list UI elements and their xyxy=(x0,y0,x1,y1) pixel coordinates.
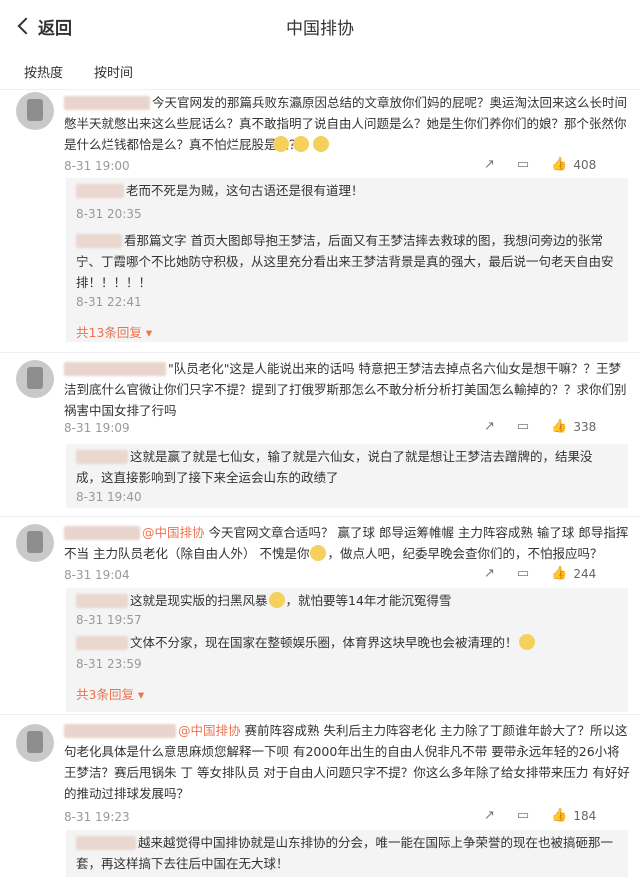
reply-time: 8-31 20:35 xyxy=(76,207,142,221)
comment-item: "队员老化"这是人能说出来的话吗 特意把王梦洁去掉点名六仙女是想干嘛？？王梦洁到… xyxy=(0,356,640,516)
divider xyxy=(0,352,640,353)
like-count: 338 xyxy=(573,419,597,434)
like-count: 244 xyxy=(573,566,597,581)
share-icon[interactable]: ↗ xyxy=(484,808,495,823)
reply-text-tail: ，就怕要等14年才能沉冤得雪 xyxy=(285,593,452,608)
mention-link[interactable]: @中国排协 xyxy=(178,723,241,738)
like-icon[interactable]: 👍 xyxy=(551,419,567,434)
reply-text: 文体不分家，现在国家在整顿娱乐圈，体育界这块早晚也会被清理的！ xyxy=(76,632,616,653)
reply-time: 8-31 19:57 xyxy=(76,613,142,627)
reply-time: 8-31 23:59 xyxy=(76,657,142,671)
emoji-icon xyxy=(313,136,329,152)
comment-text: "队员老化"这是人能说出来的话吗 特意把王梦洁去掉点名六仙女是想干嘛？？王梦洁到… xyxy=(64,361,627,418)
reply-box: 这就是现实版的扫黑风暴 ，就怕要等14年才能沉冤得雪 8-31 19:57 文体不… xyxy=(66,588,628,712)
avatar[interactable] xyxy=(16,92,54,130)
comment-time: 8-31 19:09 xyxy=(64,421,130,435)
avatar[interactable] xyxy=(16,360,54,398)
comment-icon[interactable]: ▭ xyxy=(517,419,529,434)
comment-text: @中国排协 今天官网文章合适吗？ 赢了球 郎导运筹帷幄 主力阵容成熟 输了球 郎… xyxy=(64,522,630,564)
share-icon[interactable]: ↗ xyxy=(484,419,495,434)
reply-box: 越来越觉得中国排协就是山东排协的分会，唯一能在国际上争荣誉的现在也被搞砸那一套，… xyxy=(66,830,628,877)
comment-time: 8-31 19:00 xyxy=(64,159,130,173)
action-bar: ↗ ▭ 👍 184 xyxy=(484,808,596,823)
page-title: 中国排协 xyxy=(286,19,354,39)
mention-link[interactable]: @中国排协 xyxy=(142,525,205,540)
divider xyxy=(0,516,640,517)
like-count: 408 xyxy=(573,157,597,172)
action-bar: ↗ ▭ 👍 244 xyxy=(484,566,596,581)
reply-text: 这就是赢了就是七仙女，输了就是六仙女，说白了就是想让王梦洁去蹭牌的，结果没成，这… xyxy=(76,449,593,485)
like-icon[interactable]: 👍 xyxy=(551,808,567,823)
more-replies-link[interactable]: 共13条回复 ▾ xyxy=(76,322,152,341)
sort-tab-hot[interactable]: 按热度 xyxy=(15,62,63,81)
emoji-icon xyxy=(293,136,309,152)
reply-text: 这就是现实版的扫黑风暴 ，就怕要等14年才能沉冤得雪 xyxy=(76,590,616,611)
reply-text: 老而不死是为贼，这句古语还是很有道理！ xyxy=(126,183,364,198)
comment-text-body: 赛前阵容成熟 失利后主力阵容老化 主力除了丁颜谁年龄大了？所以这句老化具体是什么… xyxy=(64,723,630,801)
like-icon[interactable]: 👍 xyxy=(551,157,567,172)
share-icon[interactable]: ↗ xyxy=(484,566,495,581)
emoji-icon xyxy=(310,545,327,561)
reply-text-body: 文体不分家，现在国家在整顿娱乐圈，体育界这块早晚也会被清理的！ xyxy=(130,635,518,650)
reply-text: 看那篇文字 首页大图郎导抱王梦洁，后面又有王梦洁摔去救球的图，我想问旁边的张常宁… xyxy=(76,233,614,290)
comment-item: @中国排协 赛前阵容成熟 失利后主力阵容老化 主力除了丁颜谁年龄大了？所以这句老… xyxy=(0,718,640,877)
more-replies-link[interactable]: 共3条回复 ▾ xyxy=(76,684,144,703)
more-replies-label: 共13条回复 xyxy=(76,325,142,340)
comment-time: 8-31 19:23 xyxy=(64,810,130,824)
avatar[interactable] xyxy=(16,724,54,762)
sort-tab-time[interactable]: 按时间 xyxy=(94,62,133,81)
comment-icon[interactable]: ▭ xyxy=(517,566,529,581)
reply-time: 8-31 19:40 xyxy=(76,490,142,504)
comment-text: @中国排协 赛前阵容成熟 失利后主力阵容老化 主力除了丁颜谁年龄大了？所以这句老… xyxy=(64,720,630,804)
reply-box: 老而不死是为贼，这句古语还是很有道理！ 8-31 20:35 看那篇文字 首页大… xyxy=(66,178,628,342)
comment-text: 今天官网发的那篇兵败东瀛原因总结的文章放你们妈的屁呢？奥运淘汰回来这么长时间憋半… xyxy=(64,95,628,152)
emoji-icon xyxy=(518,634,535,650)
comment-item: 今天官网发的那篇兵败东瀛原因总结的文章放你们妈的屁呢？奥运淘汰回来这么长时间憋半… xyxy=(0,90,640,352)
comment-icon[interactable]: ▭ xyxy=(517,157,529,172)
action-bar: ↗ ▭ 👍 338 xyxy=(484,419,596,434)
divider xyxy=(0,714,640,715)
share-icon[interactable]: ↗ xyxy=(484,157,495,172)
reply-text: 越来越觉得中国排协就是山东排协的分会，唯一能在国际上争荣誉的现在也被搞砸那一套，… xyxy=(76,835,614,871)
comment-item: @中国排协 今天官网文章合适吗？ 赢了球 郎导运筹帷幄 主力阵容成熟 输了球 郎… xyxy=(0,520,640,714)
avatar[interactable] xyxy=(16,524,54,562)
comment-icon[interactable]: ▭ xyxy=(517,808,529,823)
like-icon[interactable]: 👍 xyxy=(551,566,567,581)
comment-text-tail: ，做点人吧，纪委早晚会查你们的，不怕报应吗？ xyxy=(327,546,603,561)
emoji-icon xyxy=(273,136,289,152)
top-bar: 返回 中国排协 xyxy=(0,0,640,52)
emoji-icon xyxy=(268,592,285,608)
comment-time: 8-31 19:04 xyxy=(64,568,130,582)
more-replies-label: 共3条回复 xyxy=(76,687,134,702)
reply-box: 这就是赢了就是七仙女，输了就是六仙女，说白了就是想让王梦洁去蹭牌的，结果没成，这… xyxy=(66,444,628,508)
reply-time: 8-31 22:41 xyxy=(76,295,142,309)
like-count: 184 xyxy=(573,808,597,823)
action-bar: ↗ ▭ 👍 408 xyxy=(484,157,596,172)
sort-bar: 按热度 按时间 xyxy=(0,52,640,90)
reply-text-body: 这就是现实版的扫黑风暴 xyxy=(130,593,268,608)
